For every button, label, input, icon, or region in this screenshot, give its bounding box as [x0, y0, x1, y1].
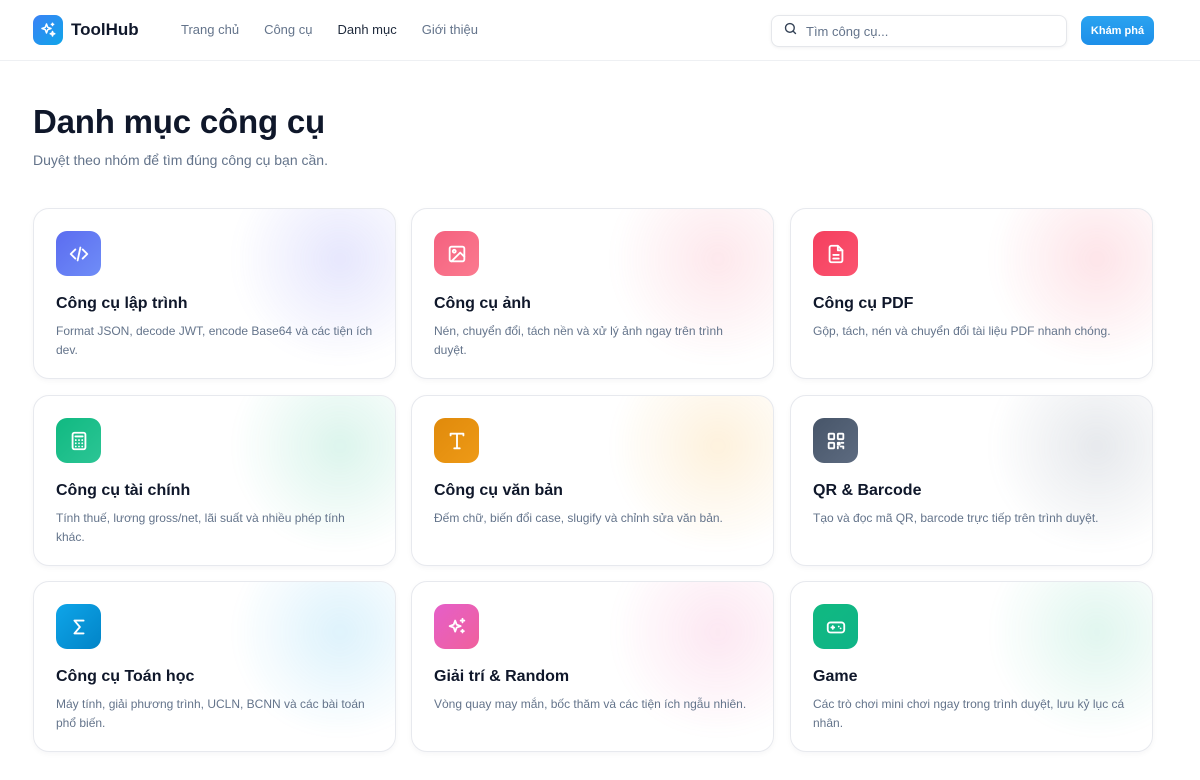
main-nav: Trang chủ Công cụ Danh mục Giới thiệu: [181, 22, 478, 37]
category-card-game[interactable]: Game Các trò chơi mini chơi ngay trong t…: [790, 581, 1153, 752]
top-navbar: ToolHub Trang chủ Công cụ Danh mục Giới …: [0, 0, 1200, 61]
category-description: Máy tính, giải phương trình, UCLN, BCNN …: [56, 697, 365, 730]
category-description: Đếm chữ, biến đổi case, slugify và chỉnh…: [434, 511, 723, 525]
nav-link-categories[interactable]: Danh mục: [337, 22, 396, 37]
category-title: Giải trí & Random: [434, 668, 570, 685]
category-title: Công cụ lập trình: [56, 295, 188, 312]
category-icon-box: [56, 231, 101, 276]
category-description: Vòng quay may mắn, bốc thăm và các tiện …: [434, 697, 747, 711]
category-description: Gộp, tách, nén và chuyển đổi tài liệu PD…: [813, 324, 1111, 338]
calculator-icon: [71, 431, 86, 450]
category-icon-box: [813, 604, 858, 649]
category-description: Các trò chơi mini chơi ngay trong trình …: [813, 697, 1125, 730]
logo-text: ToolHub: [71, 20, 139, 39]
category-card-finance[interactable]: Công cụ tài chính Tính thuế, lương gross…: [33, 395, 396, 566]
category-title: Công cụ Toán học: [56, 668, 195, 685]
document-icon: [828, 244, 843, 263]
page-title: Danh mục công cụ: [33, 103, 325, 140]
category-icon-box: [434, 604, 479, 649]
category-title: Công cụ tài chính: [56, 482, 191, 499]
category-card-math[interactable]: Công cụ Toán học Máy tính, giải phương t…: [33, 581, 396, 752]
category-description: Format JSON, decode JWT, encode Base64 v…: [56, 324, 373, 357]
category-icon-box: [56, 604, 101, 649]
category-card-dev[interactable]: Công cụ lập trình Format JSON, decode JW…: [33, 208, 396, 379]
text-icon: [449, 432, 464, 449]
nav-link-home[interactable]: Trang chủ: [181, 22, 239, 37]
category-title: Game: [813, 668, 858, 685]
sparkles-icon: [33, 15, 63, 45]
search-icon: [783, 21, 798, 41]
logo[interactable]: ToolHub: [33, 15, 139, 45]
search-box[interactable]: [771, 15, 1067, 47]
category-icon-box: [434, 418, 479, 463]
category-description: Tính thuế, lương gross/net, lãi suất và …: [56, 511, 345, 544]
code-icon: [69, 246, 88, 261]
category-card-qr[interactable]: QR & Barcode Tạo và đọc mã QR, barcode t…: [790, 395, 1153, 566]
search-input[interactable]: [806, 23, 1046, 39]
category-icon-box: [56, 418, 101, 463]
gamepad-icon: [826, 621, 845, 633]
category-icon-box: [813, 418, 858, 463]
sigma-icon: [73, 619, 84, 634]
category-title: Công cụ văn bản: [434, 482, 563, 499]
category-card-text[interactable]: Công cụ văn bản Đếm chữ, biến đổi case, …: [411, 395, 774, 566]
category-description: Nén, chuyển đổi, tách nền và xử lý ảnh n…: [434, 324, 723, 357]
category-title: Công cụ ảnh: [434, 295, 531, 312]
category-description: Tạo và đọc mã QR, barcode trực tiếp trên…: [813, 511, 1099, 525]
category-title: Công cụ PDF: [813, 295, 914, 312]
category-icon-box: [434, 231, 479, 276]
image-icon: [448, 245, 465, 262]
category-icon-box: [813, 231, 858, 276]
category-card-pdf[interactable]: Công cụ PDF Gộp, tách, nén và chuyển đổi…: [790, 208, 1153, 379]
category-title: QR & Barcode: [813, 482, 922, 499]
nav-link-about[interactable]: Giới thiệu: [422, 22, 478, 37]
qr-code-icon: [827, 432, 844, 449]
category-card-random[interactable]: Giải trí & Random Vòng quay may mắn, bốc…: [411, 581, 774, 752]
nav-link-tools[interactable]: Công cụ: [264, 22, 312, 37]
page-subtitle: Duyệt theo nhóm để tìm đúng công cụ bạn …: [33, 152, 328, 168]
category-card-image[interactable]: Công cụ ảnh Nén, chuyển đổi, tách nền và…: [411, 208, 774, 379]
sparkles-icon: [448, 617, 465, 633]
explore-button[interactable]: Khám phá: [1081, 16, 1154, 45]
